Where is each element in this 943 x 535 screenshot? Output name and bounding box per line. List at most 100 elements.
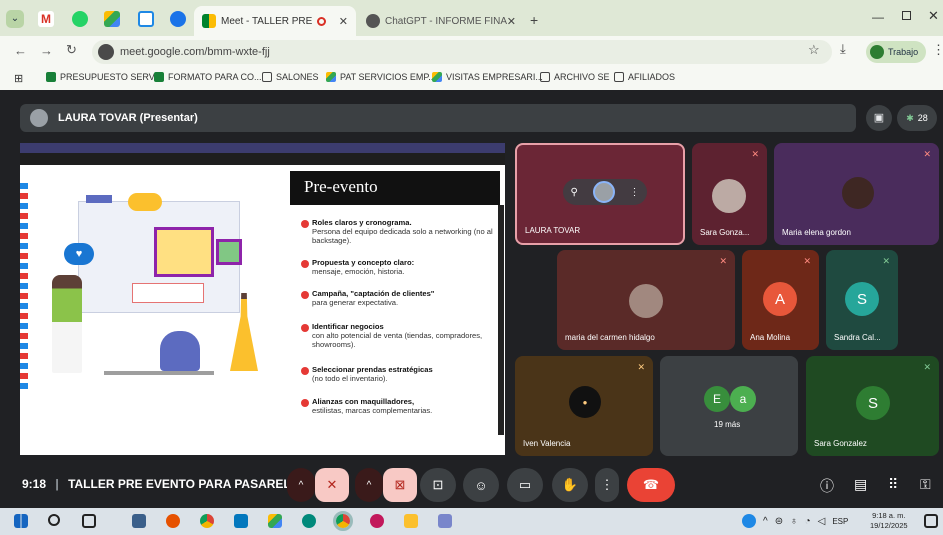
- present-button[interactable]: ⊡: [420, 468, 456, 502]
- address-bar[interactable]: meet.google.com/bmm-wxte-fjj: [92, 40, 832, 64]
- app-icon[interactable]: [234, 514, 248, 528]
- restore-icon[interactable]: [902, 11, 911, 20]
- layout-icon[interactable]: ▣: [866, 105, 892, 131]
- participant-tile-active[interactable]: ⚲ ⋮ LAURA TOVAR: [515, 143, 685, 245]
- mic-toggle-button[interactable]: ✕: [315, 468, 349, 502]
- meeting-time: 9:18: [22, 477, 47, 491]
- task-view-icon[interactable]: [82, 514, 96, 528]
- presenter-bar: LAURA TOVAR (Presentar): [20, 104, 856, 132]
- chat-icon[interactable]: ▤: [854, 476, 867, 493]
- notifications-icon[interactable]: [924, 514, 938, 528]
- raise-hand-button[interactable]: ✋: [552, 468, 588, 502]
- captions-button[interactable]: ▭: [507, 468, 543, 502]
- app-icon[interactable]: [370, 514, 384, 528]
- pinned-tab-gmail[interactable]: M: [38, 11, 54, 27]
- bookmark-item[interactable]: FORMATO PARA CO...: [154, 72, 262, 82]
- clock-time: 9:18 a. m.: [872, 511, 906, 520]
- close-window-icon[interactable]: ✕: [928, 8, 939, 24]
- new-tab-icon[interactable]: +: [530, 12, 538, 28]
- app-icon[interactable]: [438, 514, 452, 528]
- bookmark-item[interactable]: PRESUPUESTO SERV...: [46, 72, 161, 82]
- bookmark-star-icon[interactable]: ☆: [808, 42, 820, 58]
- close-tab-icon[interactable]: ✕: [507, 15, 516, 28]
- reload-icon[interactable]: ↻: [66, 42, 77, 58]
- download-icon[interactable]: ⤓: [840, 41, 846, 57]
- activities-icon[interactable]: ⠿: [888, 476, 898, 493]
- app-icon[interactable]: [166, 514, 180, 528]
- more-options-button[interactable]: ⋮: [595, 468, 619, 502]
- participant-avatar: S: [856, 386, 890, 420]
- tab-meet-label: Meet - TALLER PRE EVENTO: [221, 15, 313, 27]
- mic-off-icon: ✕: [882, 256, 890, 266]
- close-tab-icon[interactable]: ✕: [339, 15, 348, 28]
- mic-icon[interactable]: ♁: [790, 516, 798, 527]
- participant-name: Ana Molina: [750, 333, 791, 342]
- pinned-tab-drive[interactable]: [104, 11, 120, 27]
- menu-kebab-icon[interactable]: ⋮: [932, 42, 943, 58]
- tab-chatgpt[interactable]: ChatGPT - INFORME FINANCIE ✕: [358, 6, 524, 36]
- url-text: meet.google.com/bmm-wxte-fjj: [120, 46, 270, 58]
- file-explorer-icon[interactable]: [404, 514, 418, 528]
- meeting-details-icon[interactable]: ⓘ: [820, 476, 834, 496]
- volume-icon[interactable]: ◁: [818, 516, 826, 527]
- tab-search-button[interactable]: ⌄: [6, 10, 24, 28]
- participant-tile[interactable]: ✕ S Sandra Cal...: [826, 250, 898, 350]
- pinned-tab-whatsapp[interactable]: [72, 11, 88, 27]
- photo-card: [154, 227, 214, 277]
- profile-button[interactable]: Trabajo: [866, 41, 927, 63]
- chrome-icon[interactable]: [200, 514, 214, 528]
- bookmark-item[interactable]: SALONES: [262, 72, 319, 82]
- drive-icon[interactable]: [268, 514, 282, 528]
- bookmark-item[interactable]: VISITAS EMPRESARI...: [432, 72, 543, 82]
- meeting-controls-bar: 9:18 | TALLER PRE EVENTO PARA PASARELA ^…: [0, 468, 943, 508]
- language-indicator[interactable]: ESP: [832, 517, 848, 526]
- mic-off-icon: ✕: [803, 256, 811, 266]
- pinned-tab-sheets[interactable]: [138, 11, 154, 27]
- site-info-icon[interactable]: [98, 44, 114, 60]
- participant-avatar: [842, 177, 874, 209]
- reactions-button[interactable]: ☺: [463, 468, 499, 502]
- participant-tile[interactable]: ✕ maria del carmen hidalgo: [557, 250, 735, 350]
- participant-tile[interactable]: ✕ A Ana Molina: [742, 250, 819, 350]
- clock[interactable]: 9:18 a. m. 19/12/2025: [870, 511, 908, 531]
- bookmark-label: PAT SERVICIOS EMP...: [340, 72, 436, 82]
- weather-icon[interactable]: [742, 514, 756, 528]
- bookmark-label: ARCHIVO SE: [554, 72, 610, 82]
- windows-start-icon[interactable]: [14, 514, 28, 528]
- participant-tile[interactable]: ✕ Sara Gonza...: [692, 143, 767, 245]
- mic-options-button[interactable]: ^: [287, 468, 315, 502]
- bookmark-item[interactable]: PAT SERVICIOS EMP...: [326, 72, 436, 82]
- camera-toggle-button[interactable]: ⊠: [383, 468, 417, 502]
- pin-icon[interactable]: ⚲: [570, 187, 577, 198]
- tab-meet[interactable]: Meet - TALLER PRE EVENTO ✕: [194, 6, 356, 36]
- camera-options-button[interactable]: ^: [355, 468, 383, 502]
- network-icon[interactable]: ⊜: [775, 516, 783, 527]
- forward-icon[interactable]: →: [40, 43, 53, 58]
- tray-chevron-icon[interactable]: ^: [763, 516, 768, 527]
- edge-icon[interactable]: [302, 514, 316, 528]
- more-options-icon[interactable]: ⋮: [630, 187, 640, 198]
- host-controls-icon[interactable]: ⚿: [920, 476, 931, 493]
- bullet-dot: [301, 291, 309, 299]
- apps-grid-icon[interactable]: ⊞: [14, 72, 23, 85]
- participants-button[interactable]: ✱ 28: [897, 105, 937, 131]
- sheets-icon: [154, 72, 164, 82]
- participant-avatar: a: [730, 386, 756, 412]
- bullet-dot: [301, 220, 309, 228]
- chrome-active-icon[interactable]: [333, 511, 353, 531]
- calculator-icon[interactable]: [132, 514, 146, 528]
- bookmark-item[interactable]: ARCHIVO SE: [540, 72, 610, 82]
- participant-tile[interactable]: ✕ Maria elena gordon: [774, 143, 939, 245]
- more-participants-tile[interactable]: E a 19 más: [660, 356, 798, 456]
- leave-call-button[interactable]: ☎: [627, 468, 675, 502]
- pinned-tab-app[interactable]: [170, 11, 186, 27]
- back-icon[interactable]: ←: [14, 43, 27, 58]
- slide-item-bold: Seleccionar prendas estratégicas: [312, 365, 433, 374]
- participant-tile[interactable]: ✕ ● Iven Valencia: [515, 356, 653, 456]
- bookmark-item[interactable]: AFILIADOS: [614, 72, 675, 82]
- participant-tile[interactable]: ✕ S Sara Gonzalez: [806, 356, 939, 456]
- wifi-icon[interactable]: ◔: [805, 516, 811, 527]
- minimize-icon[interactable]: —: [872, 10, 884, 24]
- participant-name: Maria elena gordon: [782, 228, 851, 237]
- search-icon[interactable]: [48, 514, 60, 526]
